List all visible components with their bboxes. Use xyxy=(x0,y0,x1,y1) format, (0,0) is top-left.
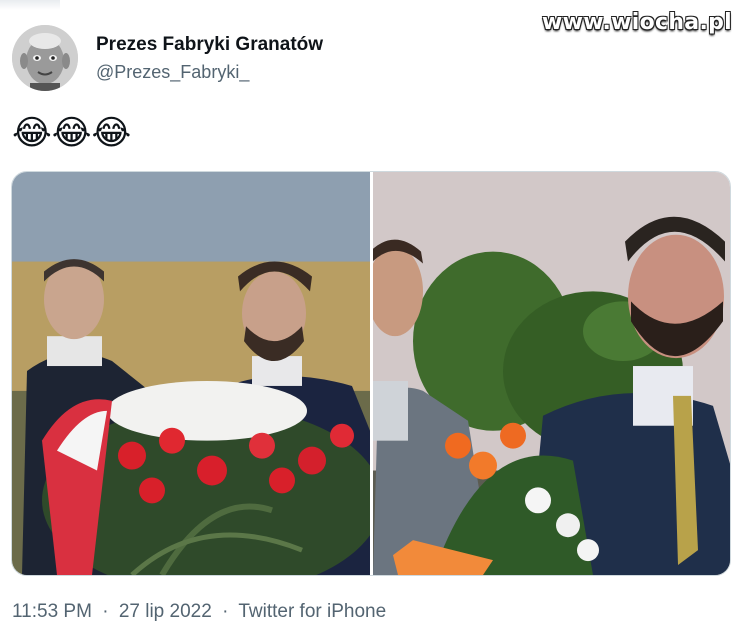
site-watermark: www.wiocha.pl xyxy=(542,10,732,35)
author-handle[interactable]: @Prezes_Fabryki_ xyxy=(96,62,249,83)
tweet-date[interactable]: 27 lip 2022 xyxy=(119,601,212,622)
meta-separator: · xyxy=(102,601,109,622)
film-still-image xyxy=(373,172,730,575)
tweet-photo-1[interactable] xyxy=(12,172,370,575)
wreath-ceremony-image xyxy=(12,172,370,575)
tweet-media-grid xyxy=(11,171,731,576)
author-display-name[interactable]: Prezes Fabryki Granatów xyxy=(96,34,323,56)
tweet-time[interactable]: 11:53 PM xyxy=(12,601,92,622)
avatar-portrait-image xyxy=(12,25,78,91)
tweet-text: 😂😂😂 xyxy=(12,113,132,153)
tweet-source[interactable]: Twitter for iPhone xyxy=(238,601,386,622)
tweet-photo-2[interactable] xyxy=(373,172,730,575)
author-avatar[interactable] xyxy=(12,25,78,91)
previous-tweet-edge xyxy=(0,0,60,10)
tweet-meta: 11:53 PM · 27 lip 2022 · Twitter for iPh… xyxy=(12,601,386,623)
meta-separator: · xyxy=(222,601,229,622)
